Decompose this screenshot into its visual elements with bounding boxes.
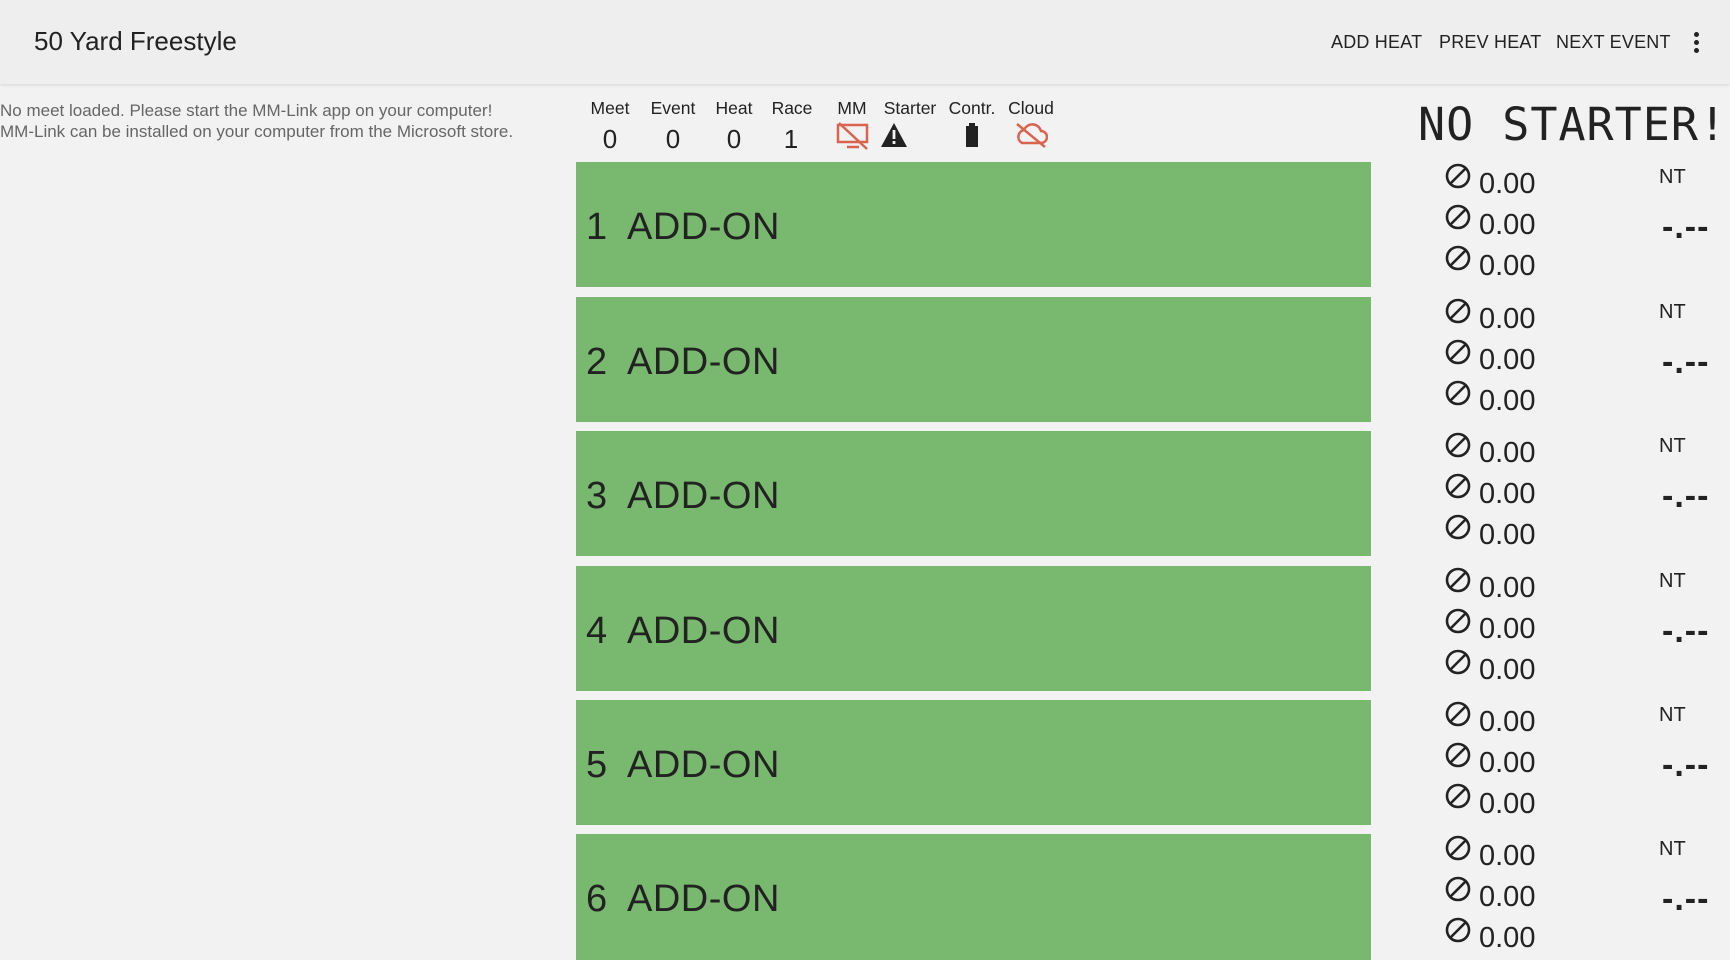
swimmer-name: ADD-ON (627, 744, 780, 786)
seed-time: NT (1659, 838, 1686, 860)
split-value: 0.00 (1479, 344, 1536, 376)
split-value: 0.00 (1479, 613, 1536, 645)
final-time: -.-- (1662, 343, 1710, 381)
swimmer-name: ADD-ON (627, 878, 780, 920)
cloud-off-icon[interactable] (1014, 122, 1048, 148)
split-value: 0.00 (1479, 788, 1536, 820)
lane-number: 1 (586, 206, 608, 248)
split-value: 0.00 (1479, 303, 1536, 335)
cloud-label: Cloud (1008, 98, 1054, 118)
lane-row[interactable]: 6 ADD-ON (576, 834, 1371, 960)
prev-heat-button[interactable]: PREV HEAT (1439, 32, 1542, 53)
seed-time: NT (1659, 704, 1686, 726)
lane-row[interactable]: 2 ADD-ON (576, 297, 1371, 422)
lane-row[interactable]: 4 ADD-ON (576, 566, 1371, 691)
lane-number: 5 (586, 744, 608, 786)
split-value: 0.00 (1479, 840, 1536, 872)
split-value: 0.00 (1479, 572, 1536, 604)
lane-number: 3 (586, 475, 608, 517)
lane-row[interactable]: 1 ADD-ON (576, 162, 1371, 287)
lane-row[interactable]: 5 ADD-ON (576, 700, 1371, 825)
lane-number: 4 (586, 610, 608, 652)
notice-line: MM-Link can be installed on your compute… (0, 122, 514, 141)
split-value: 0.00 (1479, 250, 1536, 282)
disconnected-display-icon[interactable] (836, 122, 870, 150)
split-value: 0.00 (1479, 385, 1536, 417)
split-value: 0.00 (1479, 437, 1536, 469)
meet-value: 0 (602, 124, 618, 154)
heat-value: 0 (726, 124, 742, 154)
split-value: 0.00 (1479, 922, 1536, 954)
more-menu-icon[interactable] (1691, 30, 1701, 56)
seed-time: NT (1659, 166, 1686, 188)
split-value: 0.00 (1479, 706, 1536, 738)
app-bar: 50 Yard Freestyle ADD HEAT PREV HEAT NEX… (0, 0, 1730, 84)
final-time: -.-- (1662, 208, 1710, 246)
page-title: 50 Yard Freestyle (34, 26, 237, 56)
add-heat-button[interactable]: ADD HEAT (1331, 32, 1422, 53)
battery-icon[interactable] (965, 122, 979, 148)
split-value: 0.00 (1479, 654, 1536, 686)
next-event-button[interactable]: NEXT EVENT (1556, 32, 1671, 53)
final-time: -.-- (1662, 477, 1710, 515)
swimmer-name: ADD-ON (627, 475, 780, 517)
lane-number: 2 (586, 341, 608, 383)
swimmer-name: ADD-ON (627, 341, 780, 383)
split-value: 0.00 (1479, 478, 1536, 510)
no-starter-banner: NO STARTER! (1418, 98, 1728, 151)
split-value: 0.00 (1479, 519, 1536, 551)
no-meet-notice: No meet loaded. Please start the MM-Link… (0, 100, 513, 142)
swimmer-name: ADD-ON (627, 610, 780, 652)
seed-time: NT (1659, 301, 1686, 323)
lane-row[interactable]: 3 ADD-ON (576, 431, 1371, 556)
starter-label: Starter (883, 98, 937, 118)
meet-label: Meet (590, 98, 630, 118)
event-label: Event (650, 98, 696, 118)
swimmer-name: ADD-ON (627, 206, 780, 248)
split-value: 0.00 (1479, 168, 1536, 200)
warning-icon[interactable] (880, 122, 908, 148)
notice-line: No meet loaded. Please start the MM-Link… (0, 101, 493, 120)
final-time: -.-- (1662, 612, 1710, 650)
seed-time: NT (1659, 435, 1686, 457)
seed-time: NT (1659, 570, 1686, 592)
race-value: 1 (783, 124, 799, 154)
split-value: 0.00 (1479, 209, 1536, 241)
lane-number: 6 (586, 878, 608, 920)
event-value: 0 (665, 124, 681, 154)
split-value: 0.00 (1479, 747, 1536, 779)
final-time: -.-- (1662, 746, 1710, 784)
split-value: 0.00 (1479, 881, 1536, 913)
final-time: -.-- (1662, 880, 1710, 918)
